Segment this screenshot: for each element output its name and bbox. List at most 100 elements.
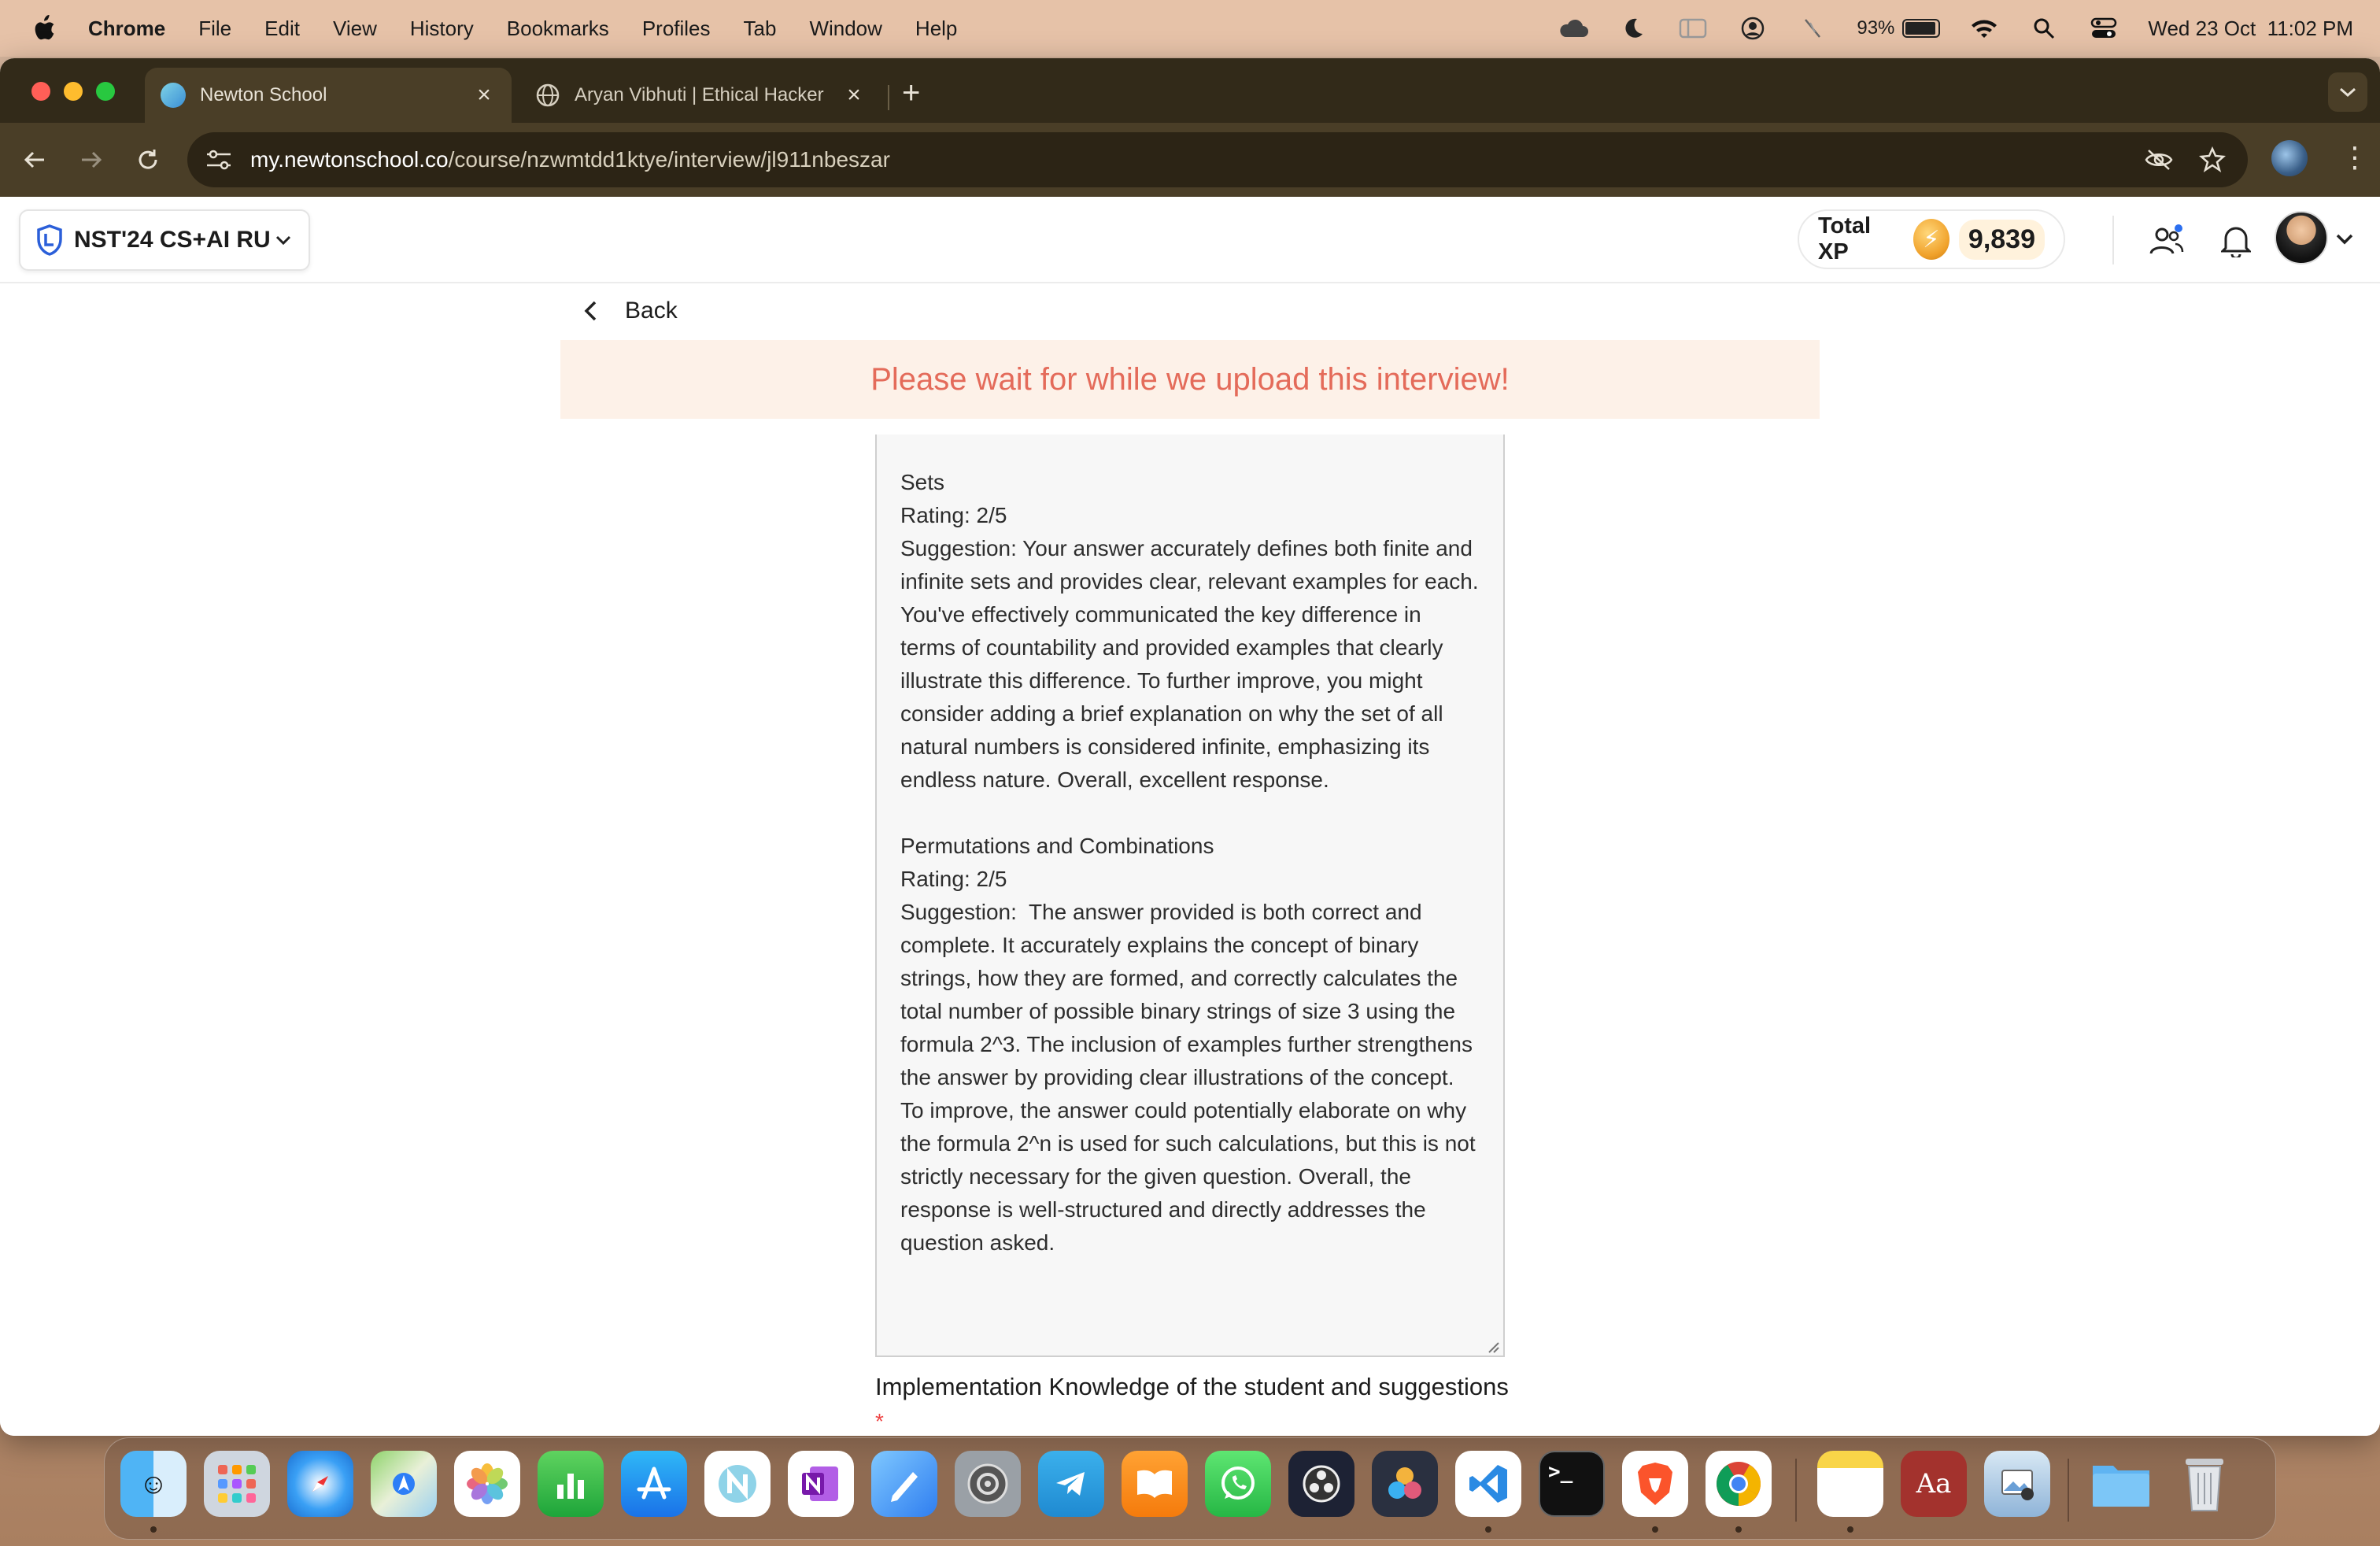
vscode-icon[interactable] [1455, 1451, 1521, 1517]
safari-icon[interactable] [287, 1451, 353, 1517]
address-bar[interactable]: my.newtonschool.co/course/nzwmtdd1ktye/i… [187, 132, 2248, 187]
macos-menubar: Chrome File Edit View History Bookmarks … [0, 0, 2380, 57]
sidebar-icon[interactable] [1677, 15, 1709, 42]
reload-button[interactable] [126, 138, 170, 182]
browser-toolbar: my.newtonschool.co/course/nzwmtdd1ktye/i… [0, 123, 2380, 197]
dictionary-icon[interactable]: Aa [1901, 1451, 1967, 1517]
chrome-profile-avatar[interactable] [2271, 140, 2308, 176]
app-store-icon[interactable] [621, 1451, 687, 1517]
dock-separator [2068, 1459, 2069, 1522]
web-page: NST'24 CS+AI RU Total XP ⚡ 9,839 Back Pl… [0, 197, 2380, 1436]
url-text[interactable]: my.newtonschool.co/course/nzwmtdd1ktye/i… [250, 147, 2141, 172]
freeform-icon[interactable] [871, 1451, 937, 1517]
mic-off-icon[interactable] [1797, 15, 1828, 42]
terminal-icon[interactable]: >_ [1539, 1451, 1605, 1517]
site-settings-icon[interactable] [203, 144, 235, 176]
books-icon[interactable] [1122, 1451, 1188, 1517]
menu-help[interactable]: Help [915, 17, 957, 41]
battery-percent: 93% [1857, 17, 1895, 39]
tab-aryan-vibhuti[interactable]: Aryan Vibhuti | Ethical Hacker × [519, 68, 881, 123]
menu-file[interactable]: File [198, 17, 231, 41]
brave-icon[interactable] [1622, 1451, 1688, 1517]
user-circle-icon[interactable] [1737, 15, 1768, 42]
back-nav-button[interactable] [13, 138, 57, 182]
course-switcher[interactable]: NST'24 CS+AI RU [19, 209, 310, 271]
tab-separator [888, 85, 889, 110]
tab-search-button[interactable] [2328, 72, 2367, 112]
menu-app-chrome[interactable]: Chrome [88, 17, 165, 41]
tab-newton-school[interactable]: Newton School × [145, 68, 512, 123]
chrome-window: Newton School × Aryan Vibhuti | Ethical … [0, 58, 2380, 1436]
xp-value: 9,839 [1958, 219, 2045, 260]
numbers-icon[interactable] [538, 1451, 604, 1517]
newton-app-icon[interactable] [704, 1451, 771, 1517]
zoom-window-button[interactable] [96, 82, 115, 101]
user-avatar[interactable] [2275, 211, 2328, 264]
running-indicator [1735, 1526, 1742, 1533]
dock-separator [1795, 1459, 1797, 1522]
close-tab-icon[interactable]: × [472, 82, 496, 109]
downloads-folder-icon[interactable] [2088, 1451, 2154, 1517]
feedback-textarea[interactable]: Sets Rating: 2/5 Suggestion: Your answer… [875, 435, 1505, 1357]
course-name: NST'24 CS+AI RU [74, 227, 271, 253]
menubar-datetime[interactable]: Wed 23 Oct 11:02 PM [2148, 17, 2353, 41]
globe-icon [535, 83, 560, 108]
onenote-icon[interactable] [788, 1451, 854, 1517]
eye-off-icon[interactable] [2141, 142, 2177, 178]
menu-bookmarks[interactable]: Bookmarks [507, 17, 609, 41]
app-header: NST'24 CS+AI RU Total XP ⚡ 9,839 [0, 197, 2380, 283]
total-xp-badge[interactable]: Total XP ⚡ 9,839 [1798, 209, 2065, 269]
preview-icon[interactable] [1984, 1451, 2050, 1517]
control-center-icon[interactable] [2088, 15, 2119, 42]
trash-icon[interactable] [2171, 1451, 2238, 1517]
system-settings-icon[interactable] [955, 1451, 1021, 1517]
upload-status-text: Please wait for while we upload this int… [870, 361, 1510, 397]
minimize-window-button[interactable] [64, 82, 83, 101]
menu-window[interactable]: Window [809, 17, 881, 41]
battery-icon [1902, 19, 1941, 38]
apple-menu-icon[interactable] [31, 14, 57, 43]
back-button[interactable]: Back [581, 298, 678, 324]
menu-profiles[interactable]: Profiles [642, 17, 711, 41]
tab-title: Newton School [200, 84, 327, 105]
obs-icon[interactable] [1288, 1451, 1354, 1517]
required-marker: * [875, 1409, 884, 1433]
wifi-icon[interactable] [1968, 15, 2000, 42]
cloud-icon[interactable] [1558, 15, 1589, 42]
moon-icon[interactable] [1617, 15, 1649, 42]
url-path: /course/nzwmtdd1ktye/interview/jl911nbes… [448, 147, 890, 172]
running-indicator [1652, 1526, 1658, 1533]
menu-history[interactable]: History [410, 17, 474, 41]
header-divider [2112, 216, 2114, 264]
whatsapp-icon[interactable] [1205, 1451, 1271, 1517]
davinci-resolve-icon[interactable] [1372, 1451, 1438, 1517]
xp-coin-icon: ⚡ [1913, 219, 1949, 260]
launchpad-icon[interactable] [204, 1451, 270, 1517]
community-users-icon[interactable] [2147, 220, 2186, 260]
close-window-button[interactable] [31, 82, 50, 101]
finder-icon[interactable]: ☺ [120, 1451, 187, 1517]
menu-tab[interactable]: Tab [744, 17, 777, 41]
notification-bell-icon[interactable] [2216, 220, 2256, 260]
forward-nav-button[interactable] [69, 138, 113, 182]
url-domain: my.newtonschool.co [250, 147, 449, 172]
new-tab-button[interactable]: + [902, 76, 920, 111]
menu-edit[interactable]: Edit [264, 17, 300, 41]
chrome-icon[interactable] [1706, 1451, 1772, 1517]
search-icon[interactable] [2028, 15, 2060, 42]
resize-grip-icon[interactable] [1486, 1340, 1500, 1354]
menu-view[interactable]: View [333, 17, 377, 41]
battery-status[interactable]: 93% [1857, 17, 1941, 39]
xp-label: Total XP [1818, 213, 1872, 264]
newton-favicon-icon [161, 83, 186, 108]
maps-icon[interactable] [371, 1451, 437, 1517]
close-tab-icon[interactable]: × [842, 82, 866, 109]
running-indicator [1485, 1526, 1491, 1533]
chrome-menu-icon[interactable]: ⋮ [2341, 140, 2369, 179]
telegram-icon[interactable] [1038, 1451, 1104, 1517]
chevron-down-icon[interactable] [2334, 228, 2355, 249]
notes-icon[interactable] [1817, 1451, 1883, 1517]
chevron-left-icon [584, 301, 597, 321]
bookmark-star-icon[interactable] [2194, 142, 2230, 178]
photos-icon[interactable] [454, 1451, 520, 1517]
